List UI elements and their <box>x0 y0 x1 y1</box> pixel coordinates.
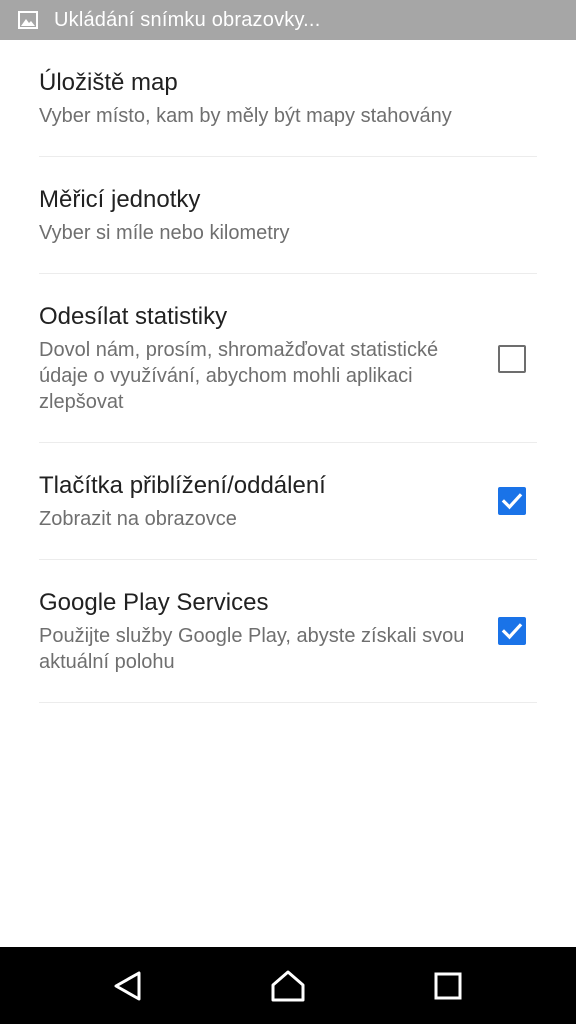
setting-summary: Použijte služby Google Play, abyste získ… <box>39 625 465 673</box>
setting-summary: Zobrazit na obrazovce <box>39 508 237 530</box>
checkmark-icon <box>501 493 523 510</box>
setting-title: Odesílat statistiky <box>39 303 228 330</box>
image-icon <box>18 11 38 29</box>
setting-title: Úložiště map <box>39 69 178 96</box>
recents-square-icon <box>434 972 462 999</box>
setting-title: Měřicí jednotky <box>39 186 201 213</box>
back-triangle-icon <box>114 971 141 1000</box>
home-button[interactable] <box>240 947 336 1024</box>
setting-title: Google Play Services <box>39 589 269 616</box>
setting-google-play-services[interactable]: Google Play Services Použijte služby Goo… <box>39 560 537 703</box>
navigation-bar <box>0 947 576 1024</box>
checkmark-icon <box>501 623 523 640</box>
setting-title: Tlačítka přiblížení/oddálení <box>39 472 326 499</box>
home-icon <box>271 970 305 1001</box>
setting-map-storage[interactable]: Úložiště map Vyber místo, kam by měly bý… <box>39 40 537 157</box>
google-play-services-checkbox[interactable] <box>498 617 526 645</box>
setting-summary: Vyber si míle nebo kilometry <box>39 222 290 244</box>
statistics-checkbox[interactable] <box>498 345 526 373</box>
settings-list: Úložiště map Vyber místo, kam by měly bý… <box>0 40 576 703</box>
back-button[interactable] <box>80 947 176 1024</box>
setting-summary: Vyber místo, kam by měly být mapy stahov… <box>39 105 452 127</box>
setting-units[interactable]: Měřicí jednotky Vyber si míle nebo kilom… <box>39 157 537 274</box>
setting-zoom-buttons[interactable]: Tlačítka přiblížení/oddálení Zobrazit na… <box>39 443 537 560</box>
status-bar: Ukládání snímku obrazovky... <box>0 0 576 40</box>
zoom-buttons-checkbox[interactable] <box>498 487 526 515</box>
status-notification-text: Ukládání snímku obrazovky... <box>54 8 321 31</box>
setting-summary: Dovol nám, prosím, shromažďovat statisti… <box>39 339 439 413</box>
setting-send-statistics[interactable]: Odesílat statistiky Dovol nám, prosím, s… <box>39 274 537 443</box>
recents-button[interactable] <box>400 947 496 1024</box>
